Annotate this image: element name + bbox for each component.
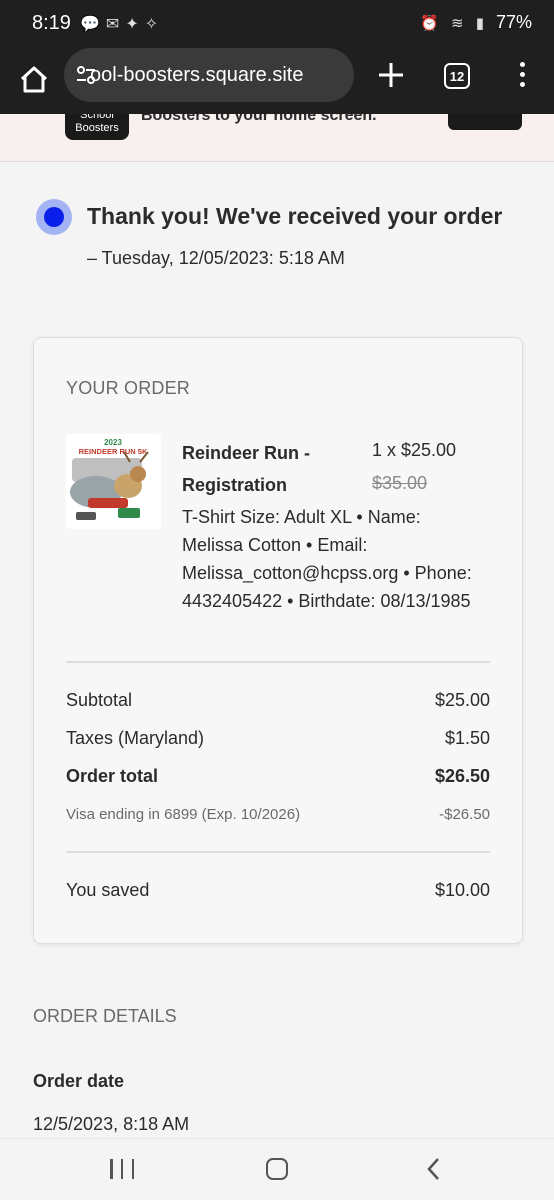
home-nav-icon[interactable]: [266, 1158, 288, 1180]
confirmation-date: – Tuesday, 12/05/2023: 5:18 AM: [87, 248, 345, 268]
item-qty-price: 1 x $25.00: [372, 440, 457, 460]
add-to-home-banner: School Boosters Boosters to your home sc…: [0, 114, 554, 162]
payment-row: Visa ending in 6899 (Exp. 10/2026) -$26.…: [66, 806, 490, 823]
your-order-title: YOUR ORDER: [66, 378, 191, 398]
payment-label: Visa ending in 6899 (Exp. 10/2026): [66, 806, 301, 823]
subtotal-label: Subtotal: [66, 690, 133, 710]
plus-icon: [379, 63, 403, 87]
confirmation-status-icon: [36, 199, 72, 235]
browser-toolbar: ool-boosters.square.site 12: [0, 48, 554, 114]
saved-value: $10.00: [434, 880, 490, 900]
order-date-label: Order date: [33, 1071, 125, 1091]
item-name[interactable]: Reindeer Run - Registration: [182, 437, 362, 501]
taxes-value: $1.50: [444, 728, 490, 748]
item-details: T-Shirt Size: Adult XL • Name: Melissa C…: [182, 507, 472, 611]
taxes-row: Taxes (Maryland) $1.50: [66, 728, 490, 749]
item-thumbnail: 2023 REINDEER RUN 5K: [66, 434, 161, 529]
status-bar: 8:19 💬✉✦✧ ⏰ ≋ ▮ 77%: [0, 0, 554, 48]
payment-value: -$26.50: [439, 806, 490, 823]
order-total-label: Order total: [66, 766, 159, 786]
order-total-row: Order total $26.50: [66, 766, 490, 787]
signal-icons: ⏰ ≋ ▮: [420, 14, 488, 32]
battery-text: 77%: [495, 12, 532, 32]
order-date-value: 12/5/2023, 8:18 AM: [33, 1114, 190, 1134]
back-icon[interactable]: [424, 1157, 444, 1181]
thumb-label: REINDEER RUN 5K: [79, 447, 148, 456]
divider: [66, 851, 490, 853]
page-content: Thank you! We've received your order – T…: [0, 162, 554, 1138]
recents-icon[interactable]: [110, 1159, 134, 1179]
subtotal-row: Subtotal $25.00: [66, 690, 490, 711]
status-right: ⏰ ≋ ▮ 77%: [420, 12, 532, 33]
banner-text: Boosters to your home screen.: [141, 114, 377, 124]
status-time: 8:19: [32, 12, 71, 34]
notification-icons: 💬✉✦✧: [80, 16, 165, 33]
saved-label: You saved: [66, 880, 150, 900]
order-total-value: $26.50: [434, 766, 490, 786]
more-menu-icon[interactable]: [512, 62, 532, 92]
confirmation-title: Thank you! We've received your order: [87, 203, 503, 229]
order-details-title: ORDER DETAILS: [33, 1006, 177, 1026]
new-tab-button[interactable]: [374, 58, 408, 92]
banner-add-button[interactable]: [448, 114, 522, 130]
home-button[interactable]: [14, 60, 54, 100]
home-icon: [20, 66, 48, 93]
divider: [66, 661, 490, 663]
banner-logo: School Boosters: [65, 114, 129, 140]
item-original-price: $35.00: [372, 473, 428, 493]
taxes-label: Taxes (Maryland): [66, 728, 205, 748]
order-summary-card: YOUR ORDER 2023 REINDEER RUN 5K Reindeer…: [33, 337, 523, 944]
saved-row: You saved $10.00: [66, 880, 490, 901]
system-nav-bar: [0, 1138, 554, 1200]
thumb-year: 2023: [104, 438, 122, 447]
subtotal-value: $25.00: [434, 690, 490, 710]
url-bar[interactable]: ool-boosters.square.site: [64, 48, 354, 102]
url-text: ool-boosters.square.site: [90, 63, 304, 86]
tab-switcher-button[interactable]: 12: [444, 63, 470, 89]
